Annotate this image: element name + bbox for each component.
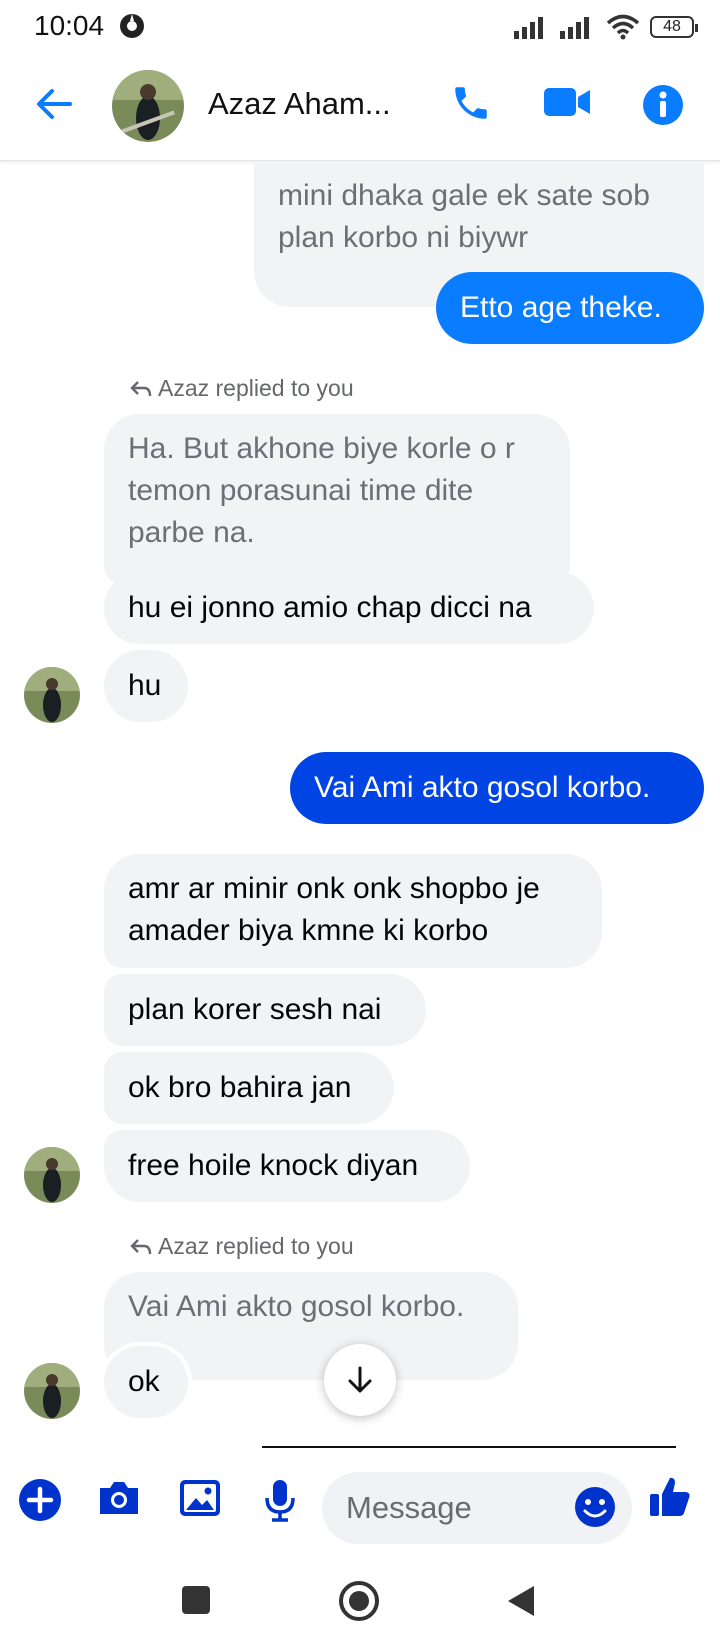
message-bubble-incoming[interactable]: ok bro bahira jan	[104, 1052, 394, 1124]
add-button[interactable]	[18, 1478, 62, 1527]
status-icons: 48	[514, 14, 698, 40]
status-time: 10:04	[34, 10, 105, 41]
back-button[interactable]	[32, 82, 76, 131]
wifi-icon	[606, 14, 640, 40]
reply-note: Azaz replied to you	[130, 1233, 354, 1260]
message-bubble-outgoing[interactable]: Etto age theke.	[436, 272, 704, 344]
signal-icon	[514, 17, 543, 39]
voice-button[interactable]	[262, 1478, 298, 1527]
video-camera-icon	[544, 88, 590, 116]
image-icon	[180, 1480, 220, 1516]
message-bubble-incoming[interactable]: hu	[104, 650, 188, 722]
scroll-to-bottom-button[interactable]	[324, 1344, 396, 1416]
sender-avatar[interactable]	[24, 1363, 80, 1419]
message-bubble-incoming[interactable]: amr ar minir onk onk shopbo je amader bi…	[104, 854, 602, 968]
back-triangle-icon	[508, 1586, 534, 1616]
sender-avatar[interactable]	[24, 667, 80, 723]
message-bubble-incoming[interactable]: ok	[104, 1346, 188, 1418]
reply-icon	[130, 1238, 152, 1254]
battery-level: 48	[663, 18, 681, 35]
message-bubble-outgoing[interactable]: Vai Ami akto gosol korbo.	[290, 752, 704, 824]
message-bubble-incoming[interactable]: hu ei jonno amio chap dicci na	[104, 572, 594, 644]
camera-icon	[100, 1482, 138, 1514]
smiley-icon	[575, 1487, 615, 1527]
info-button[interactable]	[642, 84, 684, 131]
contact-name[interactable]: Azaz Aham...	[208, 86, 391, 122]
call-button[interactable]	[450, 82, 492, 129]
phone-icon	[455, 87, 487, 119]
thumbs-up-icon	[650, 1477, 690, 1516]
reply-icon	[130, 380, 152, 396]
back-arrow-icon	[37, 89, 72, 119]
reply-note: Azaz replied to you	[130, 375, 354, 402]
back-nav-button[interactable]	[506, 1584, 536, 1623]
sender-avatar[interactable]	[24, 1147, 80, 1203]
message-bubble-incoming[interactable]: free hoile knock diyan	[104, 1130, 470, 1202]
emoji-button[interactable]	[574, 1486, 616, 1533]
reply-note-text: Azaz replied to you	[158, 375, 354, 401]
video-call-button[interactable]	[542, 84, 592, 125]
camera-button[interactable]	[96, 1478, 142, 1523]
battery-icon: 48	[650, 16, 698, 38]
plus-icon	[19, 1479, 61, 1521]
microphone-icon	[265, 1480, 295, 1522]
message-bubble-incoming[interactable]: plan korer sesh nai	[104, 974, 426, 1046]
gallery-button[interactable]	[178, 1478, 222, 1523]
contact-avatar[interactable]	[112, 70, 184, 142]
reply-note-text: Azaz replied to you	[158, 1233, 354, 1259]
signal-icon-2	[560, 17, 589, 39]
info-icon	[643, 85, 683, 125]
divider	[262, 1446, 676, 1448]
like-button[interactable]	[648, 1474, 692, 1525]
arrow-down-icon	[348, 1366, 372, 1393]
recent-apps-button[interactable]	[182, 1586, 210, 1614]
notification-icon	[118, 12, 146, 45]
quoted-message[interactable]: Ha. But akhone biye korle o r temon pora…	[104, 414, 570, 584]
home-circle-icon	[339, 1581, 379, 1621]
home-button[interactable]	[338, 1580, 380, 1627]
